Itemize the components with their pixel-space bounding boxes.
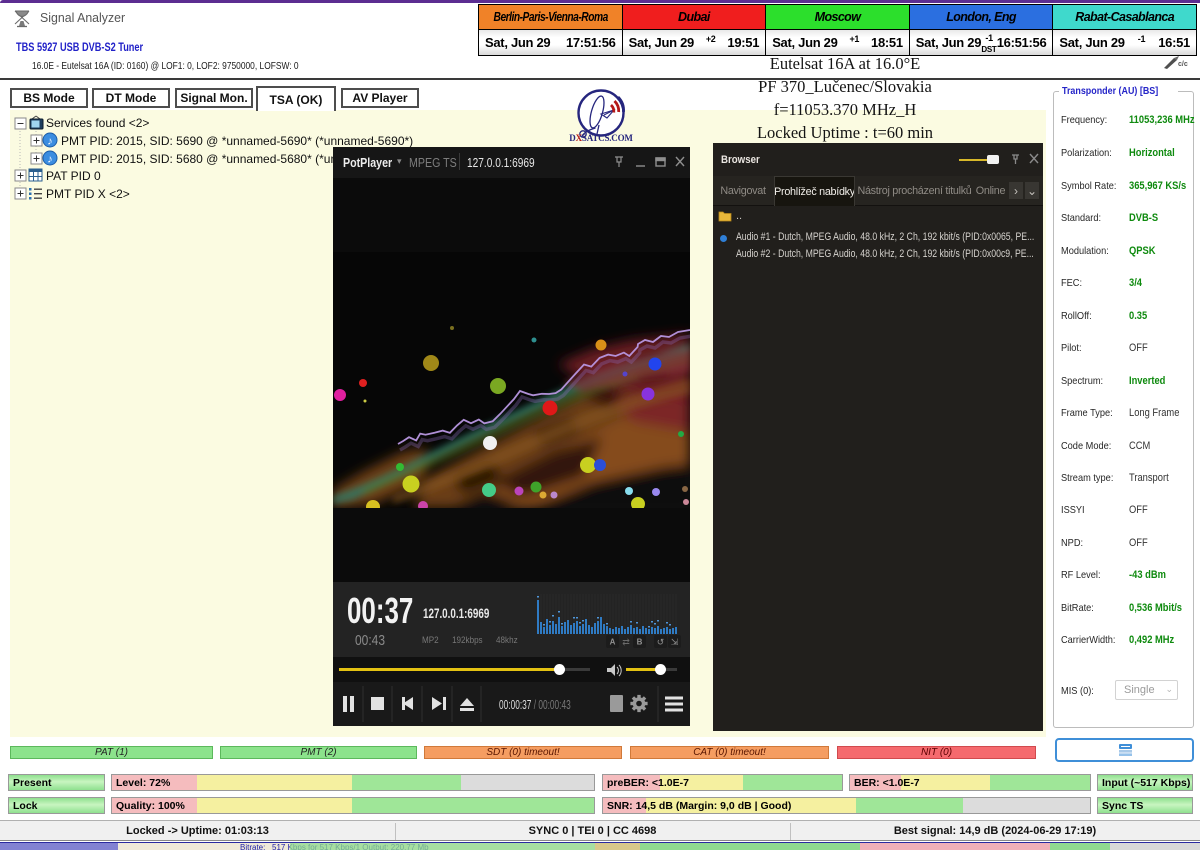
svg-text:c/c: c/c xyxy=(1178,61,1188,68)
svg-text:♪: ♪ xyxy=(47,136,53,148)
svg-text:↺: ↺ xyxy=(657,637,665,647)
svg-text:DXSATCS.COM: DXSATCS.COM xyxy=(569,133,633,143)
svg-text:A: A xyxy=(610,638,616,647)
svg-text:⇲: ⇲ xyxy=(671,637,679,647)
svg-text:♪: ♪ xyxy=(47,154,53,166)
svg-text:⇄: ⇄ xyxy=(622,637,630,647)
svg-text:B: B xyxy=(637,638,643,647)
